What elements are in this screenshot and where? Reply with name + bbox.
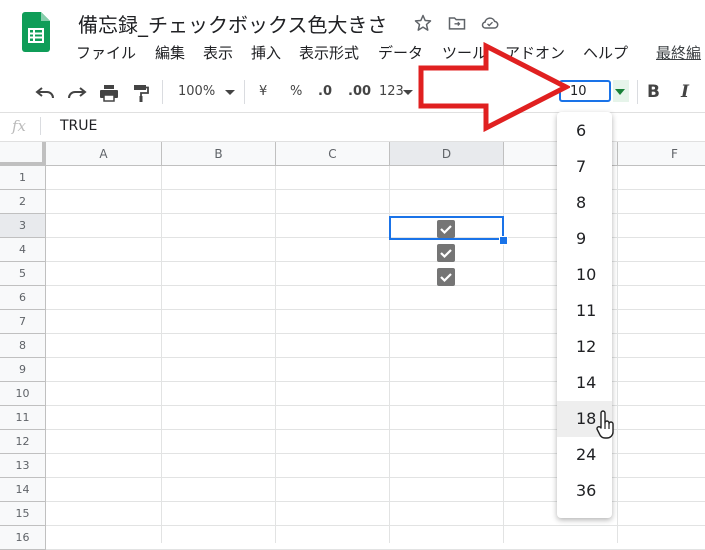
column-gridline [161, 166, 162, 543]
menu-view[interactable]: 表示 [203, 42, 233, 63]
decrease-decimal-button[interactable]: .0 [318, 84, 332, 99]
row-header-10[interactable]: 10 [0, 382, 46, 406]
font-size-option[interactable]: 8 [557, 185, 612, 221]
column-header-b[interactable]: B [162, 142, 276, 166]
increase-decimal-button[interactable]: .00 [348, 84, 371, 99]
last-edit-link[interactable]: 最終編 [656, 42, 701, 63]
row-header-11[interactable]: 11 [0, 406, 46, 430]
row-header-7[interactable]: 7 [0, 310, 46, 334]
font-size-option[interactable]: 9 [557, 221, 612, 257]
redo-icon[interactable] [66, 82, 88, 104]
column-gridline [617, 166, 618, 543]
row-header-4[interactable]: 4 [0, 238, 46, 262]
fx-icon: fx [12, 117, 27, 135]
font-size-caret-icon[interactable] [615, 89, 625, 95]
checkbox-d4[interactable] [437, 244, 455, 262]
font-size-option[interactable]: 24 [557, 437, 612, 473]
row-header-13[interactable]: 13 [0, 454, 46, 478]
column-header-c[interactable]: C [276, 142, 390, 166]
toolbar-divider [162, 80, 163, 104]
row-header-5[interactable]: 5 [0, 262, 46, 286]
row-header-16[interactable]: 16 [0, 526, 46, 550]
italic-button[interactable]: I [681, 82, 689, 102]
fill-handle[interactable] [499, 236, 508, 245]
percent-format-button[interactable]: % [290, 84, 302, 99]
row-header-8[interactable]: 8 [0, 334, 46, 358]
font-size-option[interactable]: 7 [557, 149, 612, 185]
menu-insert[interactable]: 挿入 [251, 42, 281, 63]
menu-file[interactable]: ファイル [76, 42, 136, 63]
print-icon[interactable] [98, 82, 120, 104]
currency-format-button[interactable]: ¥ [259, 84, 267, 99]
font-size-option[interactable]: 6 [557, 113, 612, 149]
cloud-saved-icon[interactable] [479, 12, 501, 34]
paint-format-icon[interactable] [130, 82, 152, 104]
font-size-option[interactable]: 10 [557, 257, 612, 293]
menu-help[interactable]: ヘルプ [583, 42, 628, 63]
row-header-1[interactable]: 1 [0, 166, 46, 190]
move-to-folder-icon[interactable] [446, 12, 468, 34]
font-size-option[interactable]: 14 [557, 365, 612, 401]
column-header-f[interactable]: F [618, 142, 705, 166]
undo-icon[interactable] [34, 82, 56, 104]
row-header-14[interactable]: 14 [0, 478, 46, 502]
row-header-9[interactable]: 9 [0, 358, 46, 382]
row-header-6[interactable]: 6 [0, 286, 46, 310]
document-title[interactable]: 備忘録_チェックボックス色大きさ [78, 9, 387, 38]
row-header-15[interactable]: 15 [0, 502, 46, 526]
select-all-corner[interactable] [0, 142, 46, 166]
row-gridline [46, 525, 705, 526]
formula-divider [40, 117, 41, 135]
menu-format[interactable]: 表示形式 [299, 42, 359, 63]
sheets-logo-icon[interactable] [22, 12, 50, 52]
bold-button[interactable]: B [647, 82, 660, 102]
font-size-option[interactable]: 36 [557, 473, 612, 509]
row-header-2[interactable]: 2 [0, 190, 46, 214]
column-header-a[interactable]: A [46, 142, 162, 166]
hand-cursor-icon [596, 410, 614, 439]
zoom-select[interactable]: 100% [178, 84, 215, 99]
row-header-3[interactable]: 3 [0, 214, 46, 238]
zoom-caret-icon[interactable] [225, 90, 235, 95]
menu-edit[interactable]: 編集 [155, 42, 185, 63]
more-formats-button[interactable]: 123 [379, 84, 404, 99]
star-icon[interactable] [412, 12, 434, 34]
checkbox-d5[interactable] [437, 268, 455, 286]
font-size-option[interactable]: 12 [557, 329, 612, 365]
toolbar-divider [637, 80, 638, 104]
column-header-d[interactable]: D [390, 142, 504, 166]
row-header-12[interactable]: 12 [0, 430, 46, 454]
formula-input[interactable]: TRUE [60, 118, 97, 134]
column-gridline [275, 166, 276, 543]
menu-data[interactable]: データ [378, 42, 423, 63]
toolbar-divider [244, 80, 245, 104]
more-formats-caret-icon[interactable] [403, 90, 413, 95]
selected-cell-d3[interactable] [389, 216, 504, 240]
font-size-option[interactable]: 11 [557, 293, 612, 329]
